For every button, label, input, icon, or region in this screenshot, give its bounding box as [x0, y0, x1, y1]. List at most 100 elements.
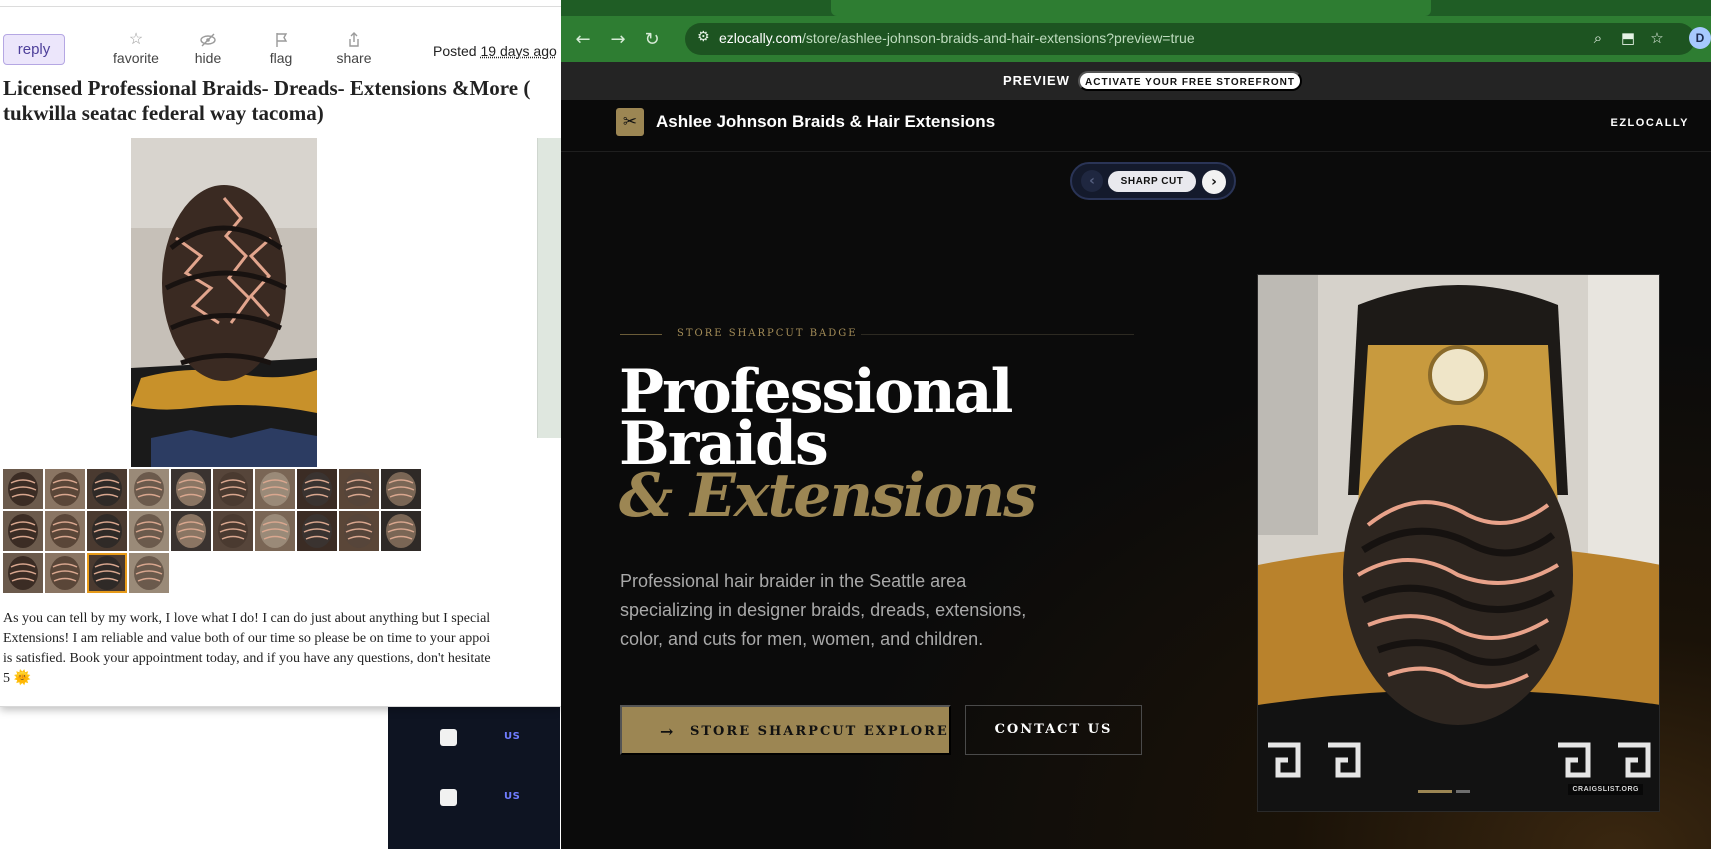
profile-avatar[interactable]: D [1689, 27, 1711, 49]
slide-dot[interactable] [1456, 790, 1470, 793]
description-line: is satisfied. Book your appointment toda… [3, 651, 491, 666]
url-text[interactable]: ezlocally.com/store/ashlee-johnson-braid… [719, 30, 1195, 46]
photo-thumbnail[interactable] [45, 469, 85, 509]
share-button[interactable]: share [333, 30, 375, 66]
contact-us-button[interactable]: CONTACT US [965, 705, 1142, 755]
eye-slash-icon [188, 30, 228, 50]
description-line: 5 🌞 [3, 671, 31, 686]
craigslist-posting-window: reply ☆ favorite hide flag share Posted … [0, 0, 561, 707]
main-photo[interactable] [131, 138, 317, 467]
posting-title-line-2: tukwilla seatac federal way tacoma) [3, 101, 324, 125]
preview-label: PREVIEW [1003, 73, 1070, 88]
photo-thumbnail[interactable] [45, 511, 85, 551]
background-app-window [388, 705, 560, 849]
photo-thumbnail[interactable] [3, 511, 43, 551]
arrow-right-icon: → [660, 722, 676, 741]
photo-thumbnail[interactable] [171, 511, 211, 551]
ezlocally-link[interactable]: EZLOCALLY [1611, 117, 1690, 129]
chevron-right-icon[interactable]: › [1202, 170, 1226, 194]
slideshow-indicator[interactable] [1418, 790, 1470, 793]
hero-subtitle: Professional hair braider in the Seattle… [620, 571, 1027, 649]
country-badge: US [504, 791, 521, 802]
install-app-icon[interactable]: ⬒ [1618, 28, 1638, 48]
photo-thumbnail[interactable] [171, 469, 211, 509]
posted-prefix: Posted [433, 43, 477, 59]
theme-switcher: ‹ SHARP CUT › [1070, 162, 1236, 200]
favorite-label: favorite [113, 50, 159, 66]
site-header: ✂ Ashlee Johnson Braids & Hair Extension… [561, 100, 1711, 152]
favorite-button[interactable]: ☆ favorite [108, 30, 164, 66]
slide-dot-active[interactable] [1418, 790, 1452, 793]
browser-toolbar: ← → ↻ ⚙ ezlocally.com/store/ashlee-johns… [561, 16, 1711, 62]
hide-label: hide [194, 50, 222, 66]
posted-date: Posted 19 days ago [433, 43, 557, 59]
photo-thumbnail[interactable] [213, 511, 253, 551]
site-settings-icon[interactable]: ⚙ [697, 29, 710, 45]
flag-label: flag [269, 50, 293, 66]
eyebrow-divider [620, 334, 662, 335]
photo-thumbnail[interactable] [3, 469, 43, 509]
reload-icon[interactable]: ↻ [642, 30, 662, 50]
scissors-icon[interactable]: ✂ [616, 108, 644, 136]
explore-button-label: STORE SHARPCUT EXPLORE [690, 724, 949, 739]
eyebrow-divider [861, 334, 1134, 335]
theme-name-pill[interactable]: SHARP CUT [1108, 171, 1196, 192]
hide-button[interactable]: hide [188, 30, 228, 66]
preview-banner: PREVIEW ACTIVATE YOUR FREE STOREFRONT [561, 62, 1711, 100]
posted-ago: 19 days ago [480, 43, 557, 59]
photo-thumbnail[interactable] [339, 469, 379, 509]
zoom-icon[interactable]: ⌕ [1588, 28, 1608, 48]
photo-thumbnail[interactable] [87, 511, 127, 551]
window-divider [0, 6, 561, 7]
star-icon: ☆ [128, 31, 144, 48]
photo-thumbnail[interactable] [255, 511, 295, 551]
photo-thumbnail[interactable] [339, 511, 379, 551]
active-tab[interactable] [831, 0, 1431, 16]
share-label: share [336, 50, 372, 66]
hero-title: Professional Braids & Extensions [619, 362, 1179, 531]
photo-thumbnail[interactable] [255, 469, 295, 509]
posting-title: Licensed Professional Braids- Dreads- Ex… [3, 76, 561, 126]
posting-title-line-1: Licensed Professional Braids- Dreads- Ex… [3, 76, 531, 100]
share-icon [333, 30, 375, 50]
image-credit: CRAIGSLIST.ORG [1568, 784, 1643, 795]
photo-thumbnail[interactable] [129, 511, 169, 551]
description-line: Extensions! I am reliable and value both… [3, 631, 491, 646]
photo-thumbnail[interactable] [45, 553, 85, 593]
url-path: /store/ashlee-johnson-braids-and-hair-ex… [802, 30, 1195, 46]
hero-section: STORE SHARPCUT BADGE Professional Braids… [561, 153, 1711, 849]
location-map[interactable] [537, 138, 561, 438]
tab-strip [561, 0, 1711, 16]
row-checkbox[interactable] [440, 729, 457, 746]
hero-image: CRAIGSLIST.ORG [1257, 274, 1660, 812]
bookmark-star-icon[interactable]: ☆ [1647, 28, 1667, 48]
hero-title-accent: & Extensions [619, 461, 1037, 531]
photo-thumbnail[interactable] [129, 553, 169, 593]
photo-thumbnail[interactable] [3, 553, 43, 593]
browser-window: ← → ↻ ⚙ ezlocally.com/store/ashlee-johns… [561, 0, 1711, 849]
photo-thumbnail[interactable] [213, 469, 253, 509]
posting-description: As you can tell by my work, I love what … [3, 609, 561, 689]
reply-button[interactable]: reply [3, 34, 65, 65]
flag-button[interactable]: flag [264, 30, 298, 66]
chevron-left-icon[interactable]: ‹ [1081, 170, 1103, 192]
back-arrow-icon[interactable]: ← [573, 30, 593, 50]
photo-thumbnail[interactable] [129, 469, 169, 509]
url-host: ezlocally.com [719, 30, 802, 46]
photo-thumbnail[interactable] [297, 469, 337, 509]
brand-name[interactable]: Ashlee Johnson Braids & Hair Extensions [656, 112, 995, 132]
photo-thumbnail[interactable] [381, 469, 421, 509]
explore-button[interactable]: → STORE SHARPCUT EXPLORE [620, 705, 951, 755]
photo-thumbnail[interactable] [87, 553, 127, 593]
background-app-row[interactable]: US [440, 728, 550, 748]
forward-arrow-icon[interactable]: → [608, 30, 628, 50]
description-line: As you can tell by my work, I love what … [3, 611, 491, 626]
country-badge: US [504, 731, 521, 742]
background-app-row[interactable]: US [440, 788, 550, 808]
photo-thumbnail[interactable] [381, 511, 421, 551]
row-checkbox[interactable] [440, 789, 457, 806]
activate-storefront-button[interactable]: ACTIVATE YOUR FREE STOREFRONT [1078, 71, 1302, 91]
photo-thumbnail[interactable] [87, 469, 127, 509]
address-bar[interactable]: ⚙ ezlocally.com/store/ashlee-johnson-bra… [685, 23, 1695, 55]
photo-thumbnail[interactable] [297, 511, 337, 551]
